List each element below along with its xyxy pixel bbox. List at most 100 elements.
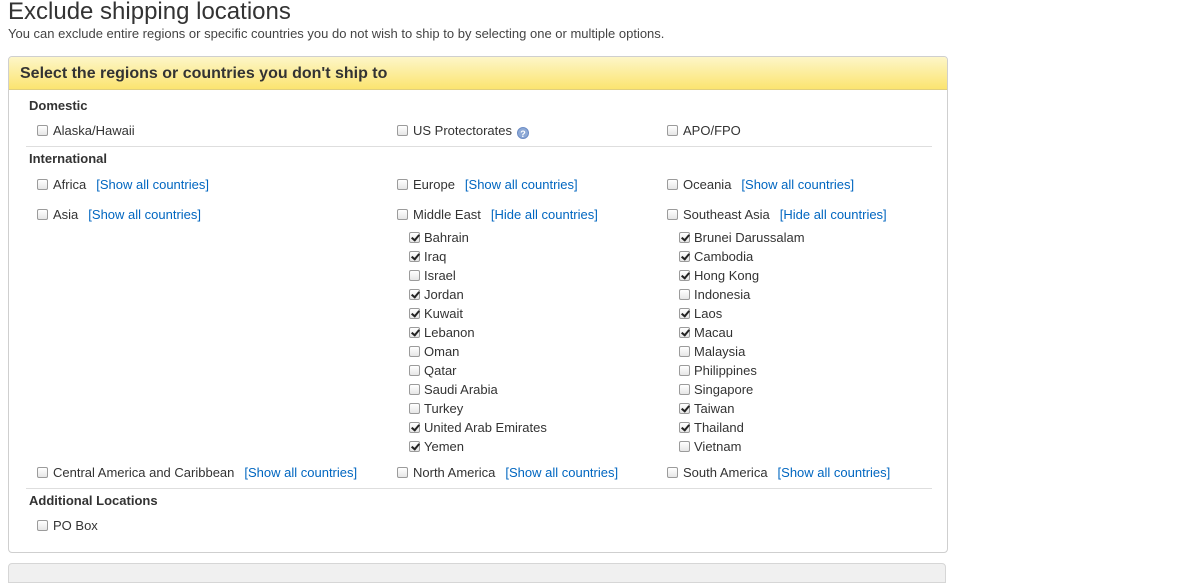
- europe-show-countries-link[interactable]: [Show all countries]: [465, 177, 578, 192]
- country-option[interactable]: Thailand: [679, 418, 805, 437]
- region-central-america: Central America and Caribbean [Show all c…: [37, 465, 357, 481]
- oceania-option[interactable]: Oceania: [667, 177, 731, 192]
- country-checkbox[interactable]: [679, 422, 690, 433]
- middle-east-option[interactable]: Middle East: [397, 207, 481, 222]
- option-us-protectorates[interactable]: US Protectorates?: [397, 123, 529, 139]
- country-checkbox[interactable]: [409, 441, 420, 452]
- country-option[interactable]: Kuwait: [409, 304, 547, 323]
- country-option[interactable]: Philippines: [679, 361, 805, 380]
- option-alaska-hawaii[interactable]: Alaska/Hawaii: [37, 123, 135, 139]
- country-checkbox[interactable]: [679, 270, 690, 281]
- country-checkbox[interactable]: [679, 232, 690, 243]
- country-checkbox[interactable]: [409, 251, 420, 262]
- country-checkbox[interactable]: [409, 403, 420, 414]
- country-option[interactable]: Malaysia: [679, 342, 805, 361]
- africa-checkbox[interactable]: [37, 179, 48, 190]
- country-option[interactable]: Vietnam: [679, 437, 805, 456]
- asia-checkbox[interactable]: [37, 209, 48, 220]
- country-option[interactable]: Hong Kong: [679, 266, 805, 285]
- south-america-checkbox[interactable]: [667, 467, 678, 478]
- country-option[interactable]: Saudi Arabia: [409, 380, 547, 399]
- international-section-title: International: [29, 151, 108, 166]
- country-option[interactable]: Brunei Darussalam: [679, 228, 805, 247]
- country-option[interactable]: Jordan: [409, 285, 547, 304]
- country-option[interactable]: Bahrain: [409, 228, 547, 247]
- oceania-checkbox[interactable]: [667, 179, 678, 190]
- country-option[interactable]: Yemen: [409, 437, 547, 456]
- southeast-asia-option[interactable]: Southeast Asia: [667, 207, 770, 222]
- option-apo-fpo[interactable]: APO/FPO: [667, 123, 741, 139]
- country-checkbox[interactable]: [679, 251, 690, 262]
- central-america-checkbox[interactable]: [37, 467, 48, 478]
- asia-option[interactable]: Asia: [37, 207, 78, 222]
- europe-option[interactable]: Europe: [397, 177, 455, 192]
- southeast-asia-hide-countries-link[interactable]: [Hide all countries]: [780, 207, 887, 222]
- country-option[interactable]: Macau: [679, 323, 805, 342]
- country-checkbox[interactable]: [409, 365, 420, 376]
- middle-east-country-list: Bahrain Iraq Israel Jordan Kuwait Lebano…: [409, 228, 547, 456]
- po-box-checkbox[interactable]: [37, 520, 48, 531]
- asia-show-countries-link[interactable]: [Show all countries]: [88, 207, 201, 222]
- country-checkbox[interactable]: [409, 232, 420, 243]
- country-checkbox[interactable]: [679, 441, 690, 452]
- country-checkbox[interactable]: [409, 384, 420, 395]
- africa-show-countries-link[interactable]: [Show all countries]: [96, 177, 209, 192]
- southeast-asia-checkbox[interactable]: [667, 209, 678, 220]
- middle-east-hide-countries-link[interactable]: [Hide all countries]: [491, 207, 598, 222]
- country-label: Israel: [424, 268, 456, 283]
- country-option[interactable]: Qatar: [409, 361, 547, 380]
- country-checkbox[interactable]: [679, 346, 690, 357]
- country-option[interactable]: Lebanon: [409, 323, 547, 342]
- country-checkbox[interactable]: [679, 365, 690, 376]
- europe-checkbox[interactable]: [397, 179, 408, 190]
- north-america-checkbox[interactable]: [397, 467, 408, 478]
- country-option[interactable]: Iraq: [409, 247, 547, 266]
- country-option[interactable]: Taiwan: [679, 399, 805, 418]
- country-option[interactable]: United Arab Emirates: [409, 418, 547, 437]
- middle-east-checkbox[interactable]: [397, 209, 408, 220]
- asia-label: Asia: [53, 207, 79, 222]
- country-checkbox[interactable]: [409, 422, 420, 433]
- south-america-option[interactable]: South America: [667, 465, 768, 480]
- country-checkbox[interactable]: [679, 403, 690, 414]
- africa-option[interactable]: Africa: [37, 177, 86, 192]
- country-checkbox[interactable]: [409, 289, 420, 300]
- country-checkbox[interactable]: [679, 308, 690, 319]
- south-america-show-countries-link[interactable]: [Show all countries]: [778, 465, 891, 480]
- north-america-show-countries-link[interactable]: [Show all countries]: [505, 465, 618, 480]
- country-label: Taiwan: [694, 401, 735, 416]
- country-option[interactable]: Laos: [679, 304, 805, 323]
- country-checkbox[interactable]: [679, 289, 690, 300]
- region-north-america: North America [Show all countries]: [397, 465, 618, 481]
- oceania-show-countries-link[interactable]: [Show all countries]: [741, 177, 854, 192]
- southeast-asia-label: Southeast Asia: [683, 207, 770, 222]
- region-south-america: South America [Show all countries]: [667, 465, 890, 481]
- country-option[interactable]: Oman: [409, 342, 547, 361]
- apo-fpo-checkbox[interactable]: [667, 125, 678, 136]
- country-label: Malaysia: [694, 344, 746, 359]
- country-label: United Arab Emirates: [424, 420, 547, 435]
- country-checkbox[interactable]: [409, 346, 420, 357]
- country-checkbox[interactable]: [679, 327, 690, 338]
- country-label: Macau: [694, 325, 734, 340]
- country-option[interactable]: Indonesia: [679, 285, 805, 304]
- central-america-show-countries-link[interactable]: [Show all countries]: [244, 465, 357, 480]
- country-checkbox[interactable]: [409, 308, 420, 319]
- us-protectorates-checkbox[interactable]: [397, 125, 408, 136]
- domestic-section-title: Domestic: [29, 98, 88, 113]
- country-option[interactable]: Cambodia: [679, 247, 805, 266]
- question-mark-icon[interactable]: ?: [517, 127, 529, 139]
- region-asia: Asia [Show all countries]: [37, 207, 201, 223]
- central-america-option[interactable]: Central America and Caribbean: [37, 465, 234, 480]
- option-po-box[interactable]: PO Box: [37, 518, 98, 534]
- country-checkbox[interactable]: [409, 270, 420, 281]
- country-checkbox[interactable]: [679, 384, 690, 395]
- country-option[interactable]: Israel: [409, 266, 547, 285]
- alaska-hawaii-checkbox[interactable]: [37, 125, 48, 136]
- country-label: Qatar: [424, 363, 457, 378]
- country-option[interactable]: Singapore: [679, 380, 805, 399]
- country-checkbox[interactable]: [409, 327, 420, 338]
- north-america-option[interactable]: North America: [397, 465, 495, 480]
- country-option[interactable]: Turkey: [409, 399, 547, 418]
- country-label: Jordan: [424, 287, 464, 302]
